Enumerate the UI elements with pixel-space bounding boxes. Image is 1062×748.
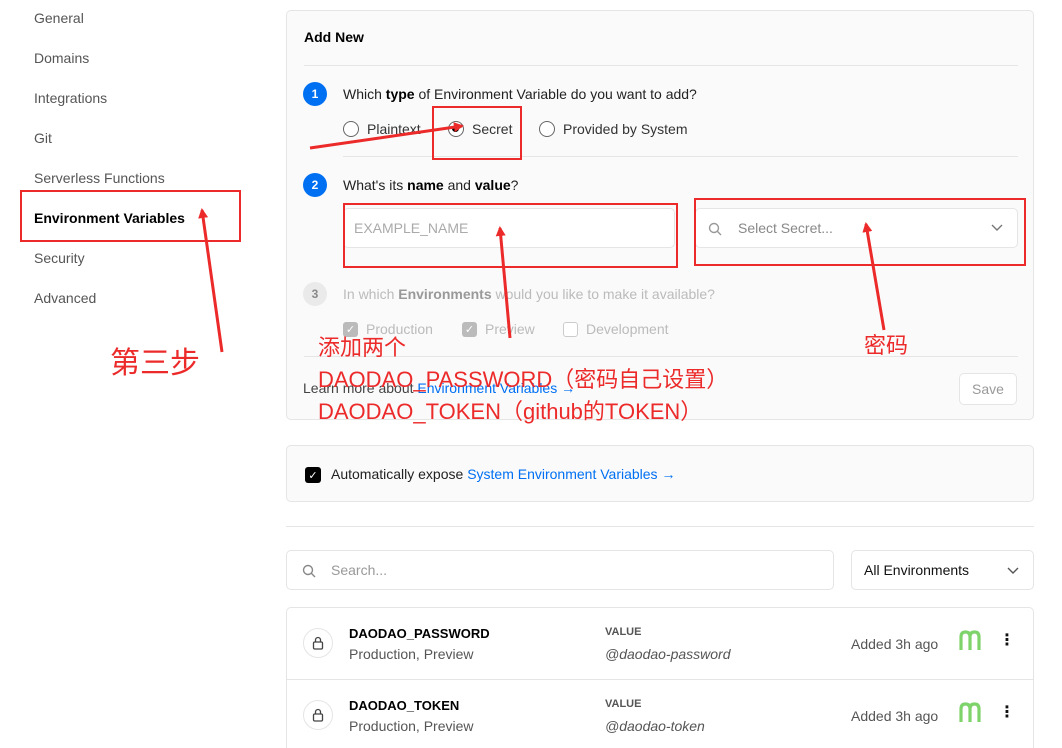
variable-value: @daodao-password (605, 646, 731, 662)
added-time: Added 3h ago (851, 636, 939, 652)
lock-icon (303, 700, 333, 730)
checkbox-box (462, 321, 477, 337)
sidebar-item-security[interactable]: Security (34, 250, 85, 266)
checkbox-preview[interactable]: Preview (462, 321, 535, 337)
variable-name: DAODAO_PASSWORD (349, 626, 490, 641)
auto-expose-text: Automatically expose System Environment … (331, 466, 676, 482)
step-2-question: What's its name and value? (343, 177, 519, 193)
step-3-badge: 3 (303, 282, 327, 306)
annotation-password: 密码 (864, 333, 909, 358)
radio-plaintext[interactable]: Plaintext (343, 121, 421, 137)
divider (304, 356, 1018, 357)
added-time: Added 3h ago (851, 708, 939, 724)
search-input[interactable]: Search... (286, 550, 834, 590)
radio-provided-by-system[interactable]: Provided by System (539, 121, 688, 137)
avatar (959, 702, 981, 722)
save-button[interactable]: Save (959, 373, 1017, 405)
table-row[interactable]: DAODAO_TOKEN Production, Preview VALUE @… (286, 680, 1034, 748)
lock-icon (303, 628, 333, 658)
step-1-badge: 1 (303, 82, 327, 106)
chevron-down-icon (1007, 567, 1019, 574)
more-options-icon[interactable]: ⋮ (999, 702, 1015, 722)
radio-circle (539, 121, 555, 137)
step-2-badge: 2 (303, 173, 327, 197)
sidebar-item-domains[interactable]: Domains (34, 50, 89, 66)
annotation-box-secret (432, 106, 522, 160)
annotation-box-sidebar (20, 190, 241, 242)
annotation-step3: 第三步 (110, 347, 200, 380)
system-env-vars-link[interactable]: System Environment Variables → (467, 466, 675, 482)
radio-circle (343, 121, 359, 137)
divider (286, 526, 1034, 527)
environment-filter-select[interactable]: All Environments (851, 550, 1034, 590)
variable-environments: Production, Preview (349, 718, 474, 734)
sidebar-item-advanced[interactable]: Advanced (34, 290, 96, 306)
card-title: Add New (304, 29, 364, 45)
annotation-box-secret-select (694, 198, 1026, 266)
annotation-box-name (343, 203, 678, 268)
variable-environments: Production, Preview (349, 646, 474, 662)
sidebar-item-general[interactable]: General (34, 10, 84, 26)
sidebar-item-git[interactable]: Git (34, 130, 52, 146)
step-1-question: Which type of Environment Variable do yo… (343, 86, 697, 102)
sidebar-item-integrations[interactable]: Integrations (34, 90, 107, 106)
divider (304, 65, 1018, 66)
value-label: VALUE (605, 626, 642, 638)
annotation-add-two: 添加两个 (318, 335, 407, 360)
more-options-icon[interactable]: ⋮ (999, 630, 1015, 650)
step-3-question: In which Environments would you like to … (343, 286, 715, 302)
annotation-line1: DAODAO_PASSWORD（密码自己设置） (318, 367, 729, 392)
variable-name: DAODAO_TOKEN (349, 698, 460, 713)
checkbox-development[interactable]: Development (563, 321, 669, 337)
avatar (959, 630, 981, 650)
table-row[interactable]: DAODAO_PASSWORD Production, Preview VALU… (286, 607, 1034, 680)
auto-expose-card: ✓ Automatically expose System Environmen… (286, 445, 1034, 502)
sidebar-item-serverless-functions[interactable]: Serverless Functions (34, 170, 165, 186)
checkbox-box (563, 321, 578, 337)
annotation-line2: DAODAO_TOKEN（github的TOKEN） (318, 399, 703, 424)
search-icon (302, 564, 316, 578)
variable-value: @daodao-token (605, 718, 705, 734)
value-label: VALUE (605, 698, 642, 710)
auto-expose-checkbox[interactable]: ✓ (305, 467, 321, 483)
